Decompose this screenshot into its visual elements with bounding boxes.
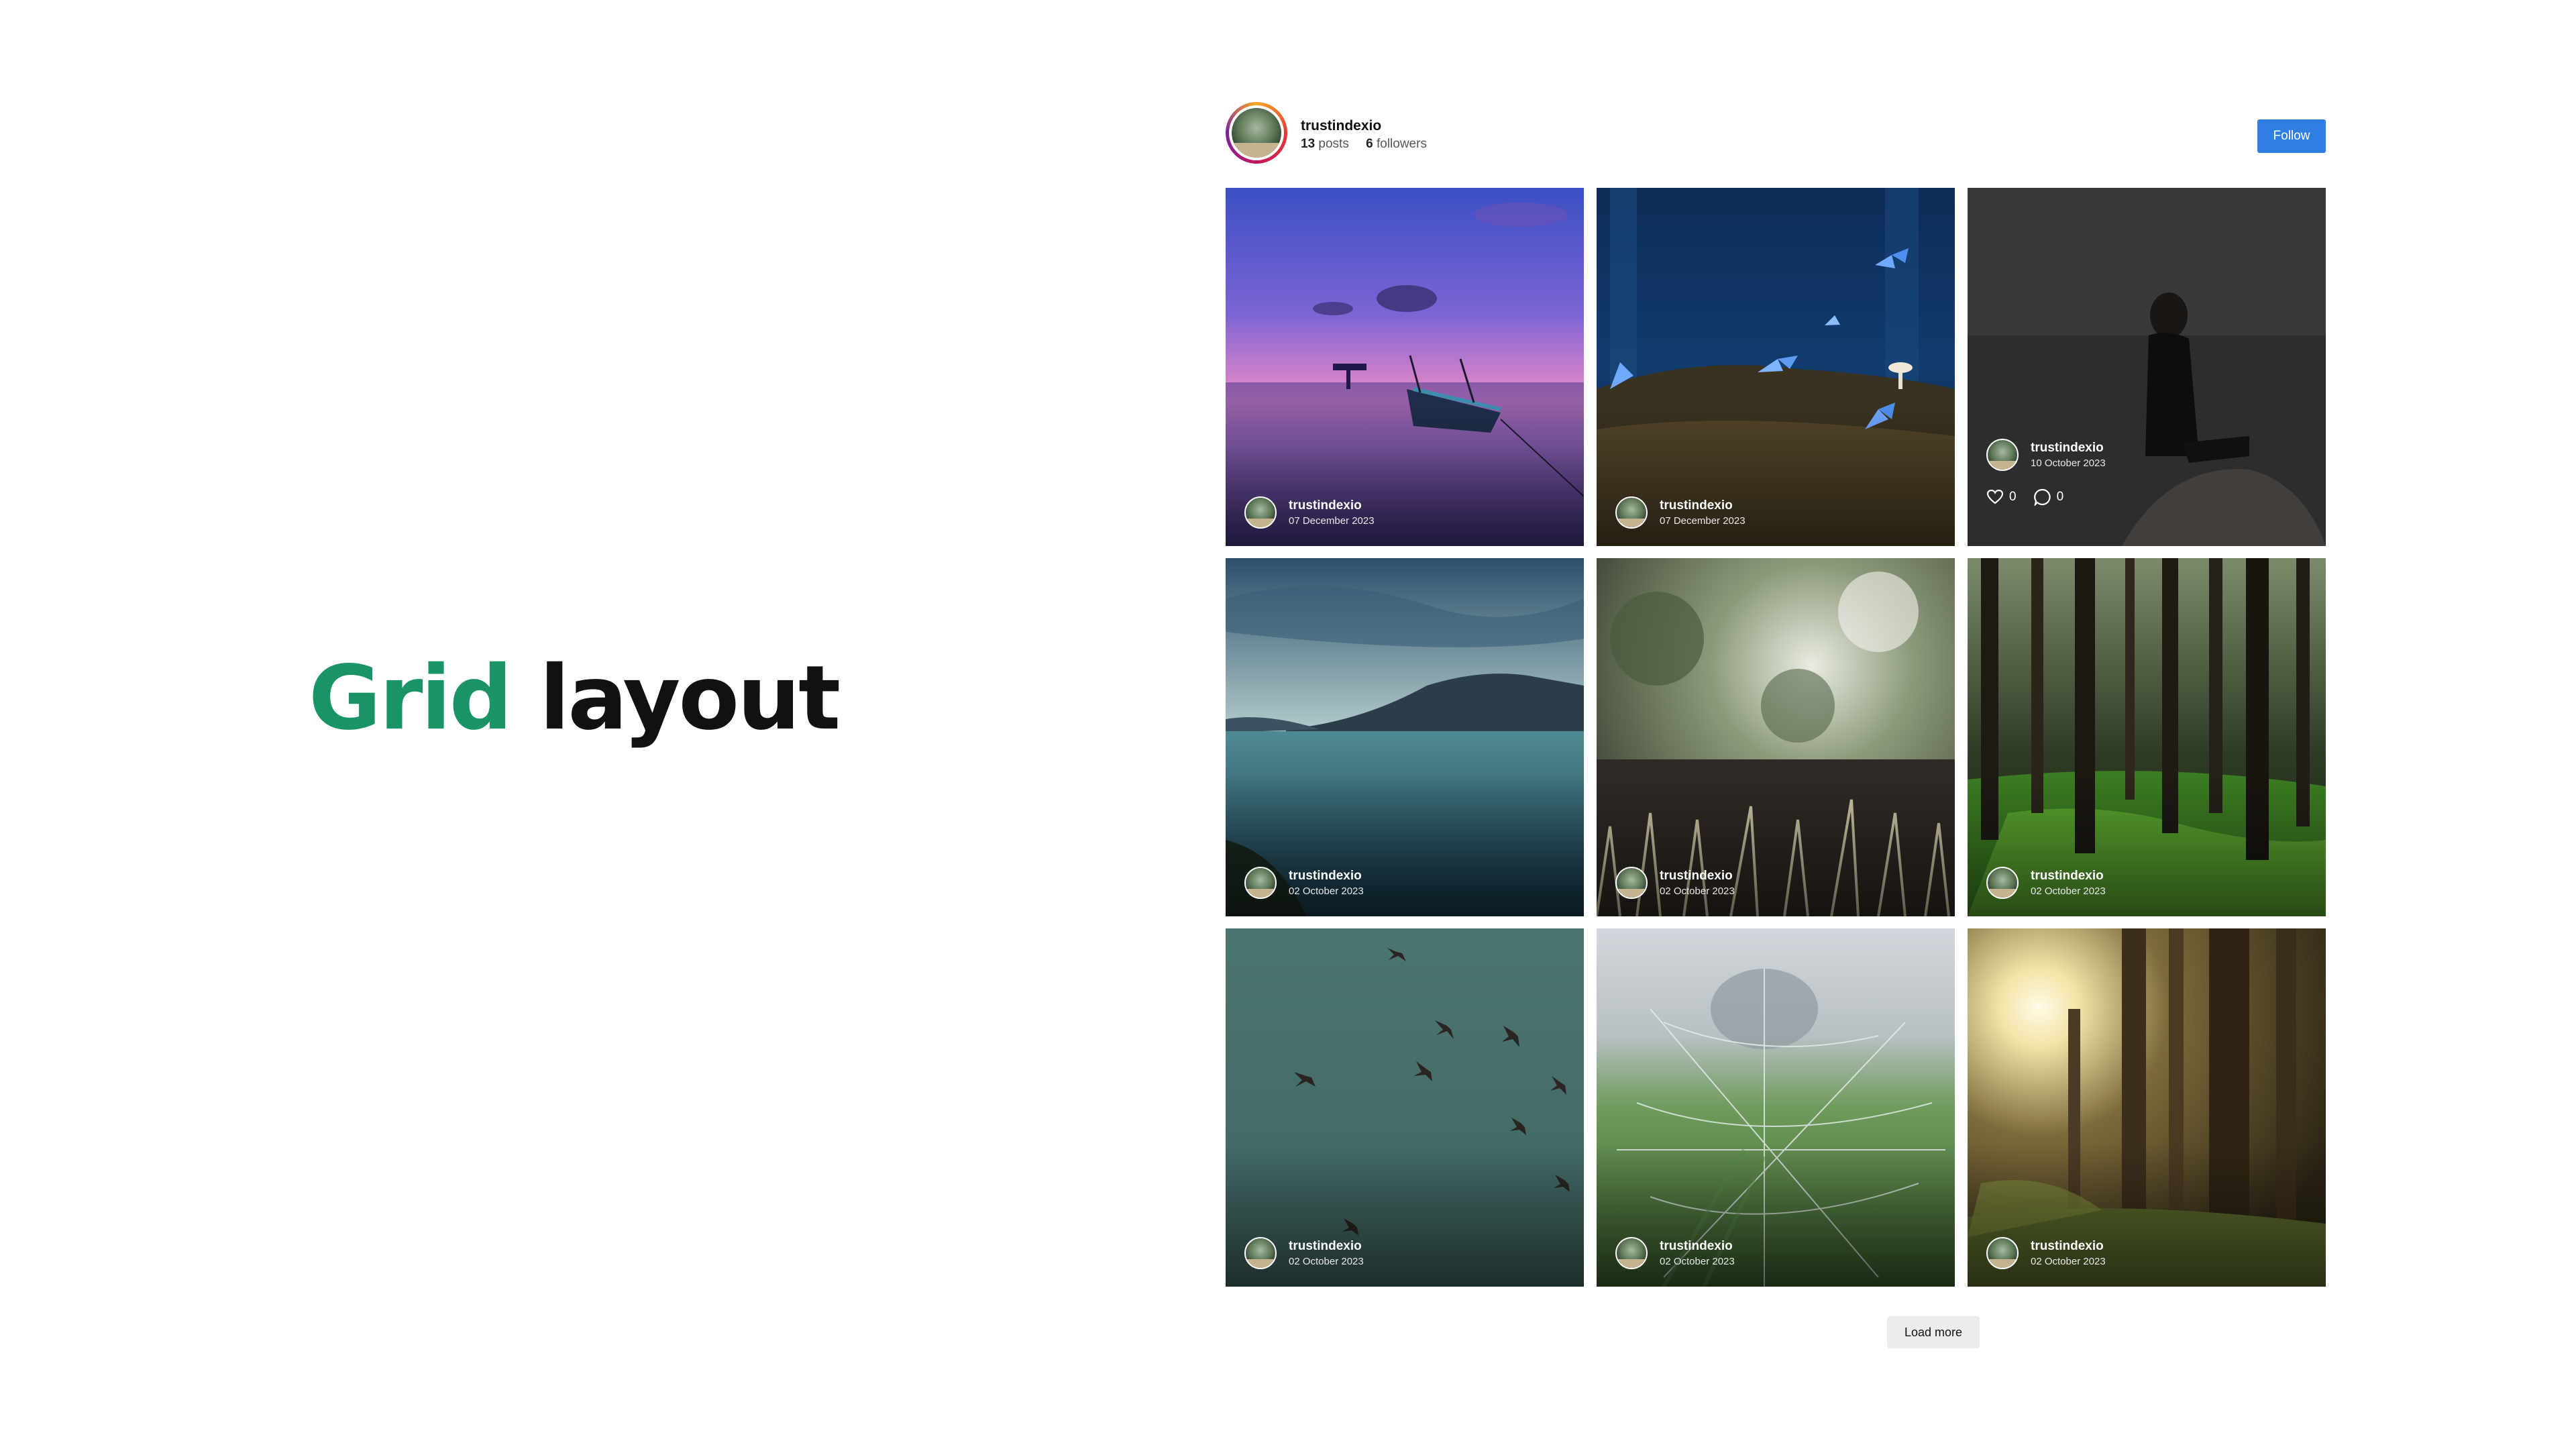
post-author-name: trustindexio bbox=[2031, 441, 2104, 455]
post-date: 02 October 2023 bbox=[1660, 885, 1735, 897]
post-author-name: trustindexio bbox=[1289, 1239, 1362, 1253]
post-author-name: trustindexio bbox=[1289, 498, 1362, 513]
profile-avatar[interactable] bbox=[1226, 102, 1287, 164]
author-avatar bbox=[1615, 496, 1648, 529]
post-engagement: 0 0 bbox=[1986, 487, 2081, 507]
post-tile[interactable]: trustindexio 07 December 2023 bbox=[1226, 188, 1584, 546]
comments-stat[interactable]: 0 bbox=[2033, 488, 2064, 506]
post-author-name: trustindexio bbox=[2031, 1239, 2104, 1253]
post-author-name: trustindexio bbox=[1289, 869, 1362, 883]
profile-header: trustindexio 13 posts 6 followers Follow bbox=[1226, 102, 2326, 169]
post-tile[interactable]: trustindexio 02 October 2023 bbox=[1226, 928, 1584, 1287]
post-date: 10 October 2023 bbox=[2031, 458, 2106, 469]
post-author-name: trustindexio bbox=[2031, 869, 2104, 883]
post-tile[interactable]: trustindexio 02 October 2023 bbox=[1968, 928, 2326, 1287]
post-date: 02 October 2023 bbox=[2031, 885, 2106, 897]
post-tile[interactable]: trustindexio 02 October 2023 bbox=[1597, 558, 1955, 916]
load-more-button[interactable]: Load more bbox=[1887, 1316, 1980, 1348]
author-avatar bbox=[1244, 496, 1277, 529]
post-author-name: trustindexio bbox=[1660, 498, 1733, 513]
hero-title: Grid layout bbox=[309, 654, 841, 743]
hero-accent-word: Grid bbox=[309, 647, 513, 750]
post-date: 02 October 2023 bbox=[1660, 1256, 1735, 1267]
author-avatar bbox=[1615, 1237, 1648, 1269]
post-grid: trustindexio 07 December 2023 trustindex… bbox=[1226, 188, 2326, 1287]
post-date: 07 December 2023 bbox=[1289, 515, 1375, 527]
avatar-image bbox=[1232, 108, 1281, 158]
post-tile-hovered[interactable]: trustindexio 10 October 2023 0 0 bbox=[1968, 188, 2326, 546]
profile-stats: 13 posts 6 followers bbox=[1301, 137, 1427, 152]
followers-label: followers bbox=[1376, 137, 1427, 151]
post-tile[interactable]: trustindexio 02 October 2023 bbox=[1597, 928, 1955, 1287]
hero-rest-word: layout bbox=[511, 647, 841, 750]
author-avatar bbox=[1244, 867, 1277, 899]
heart-icon bbox=[1986, 489, 2004, 504]
post-tile[interactable]: trustindexio 07 December 2023 bbox=[1597, 188, 1955, 546]
posts-count: 13 bbox=[1301, 137, 1316, 151]
comment-icon bbox=[2033, 488, 2051, 506]
post-date: 02 October 2023 bbox=[1289, 885, 1364, 897]
post-tile[interactable]: trustindexio 02 October 2023 bbox=[1968, 558, 2326, 916]
post-date: 07 December 2023 bbox=[1660, 515, 1746, 527]
followers-count: 6 bbox=[1366, 137, 1373, 151]
author-avatar bbox=[1244, 1237, 1277, 1269]
post-date: 02 October 2023 bbox=[2031, 1256, 2106, 1267]
likes-count: 0 bbox=[2009, 490, 2017, 504]
author-avatar bbox=[1986, 867, 2019, 899]
profile-username[interactable]: trustindexio bbox=[1301, 118, 1381, 134]
instagram-feed-widget: trustindexio 13 posts 6 followers Follow bbox=[1226, 102, 2326, 1348]
post-tile[interactable]: trustindexio 02 October 2023 bbox=[1226, 558, 1584, 916]
post-author-name: trustindexio bbox=[1660, 1239, 1733, 1253]
author-avatar bbox=[1986, 439, 2019, 471]
post-date: 02 October 2023 bbox=[1289, 1256, 1364, 1267]
comments-count: 0 bbox=[2056, 490, 2064, 504]
author-avatar bbox=[1615, 867, 1648, 899]
likes-stat[interactable]: 0 bbox=[1986, 489, 2017, 505]
posts-label: posts bbox=[1318, 137, 1349, 151]
post-author-name: trustindexio bbox=[1660, 869, 1733, 883]
author-avatar bbox=[1986, 1237, 2019, 1269]
follow-button[interactable]: Follow bbox=[2257, 119, 2326, 153]
